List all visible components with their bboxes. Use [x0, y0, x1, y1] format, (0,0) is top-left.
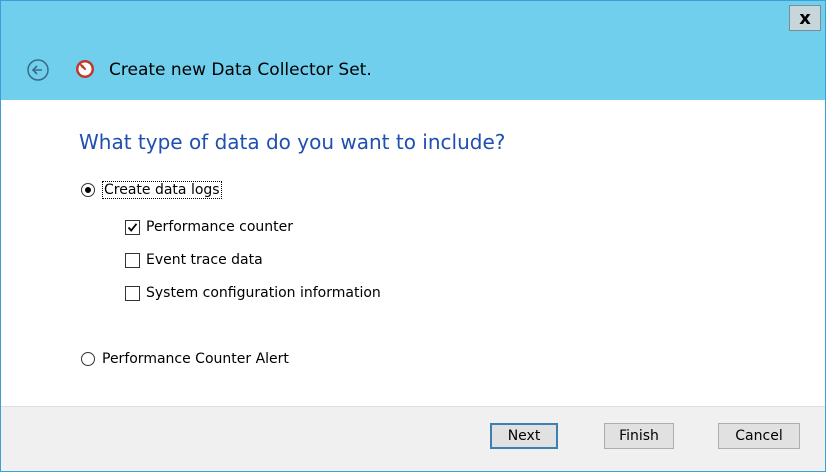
close-button[interactable]: x: [789, 5, 821, 31]
page-heading: What type of data do you want to include…: [79, 130, 506, 154]
checkbox-label: Event trace data: [146, 252, 263, 268]
checkbox-event-trace-data[interactable]: Event trace data: [125, 252, 263, 268]
back-button[interactable]: [25, 57, 51, 83]
checkbox-system-configuration[interactable]: System configuration information: [125, 285, 381, 301]
checkbox-label: Performance counter: [146, 219, 294, 235]
content-area: What type of data do you want to include…: [1, 100, 825, 406]
next-button[interactable]: Next: [490, 423, 558, 449]
checkbox-box: [125, 252, 140, 268]
title-bar: x Create new Data Collector Set.: [1, 1, 825, 100]
radio-performance-counter-alert-label: Performance Counter Alert: [102, 351, 289, 367]
close-label: x: [799, 7, 811, 29]
checkbox-label: System configuration information: [146, 285, 381, 301]
cancel-button[interactable]: Cancel: [718, 423, 800, 449]
radio-performance-counter-alert[interactable]: Performance Counter Alert: [81, 351, 289, 367]
checkbox-box: [125, 285, 140, 301]
back-arrow-icon: [27, 59, 49, 81]
finish-button[interactable]: Finish: [604, 423, 674, 449]
performance-monitor-icon: [76, 60, 94, 78]
radio-create-data-logs[interactable]: Create data logs: [81, 181, 222, 199]
radio-icon: [81, 183, 95, 197]
checkbox-performance-counter[interactable]: Performance counter: [125, 219, 293, 235]
radio-icon: [81, 352, 95, 366]
radio-selected-dot: [85, 187, 91, 193]
radio-create-data-logs-label: Create data logs: [102, 181, 222, 199]
window-title: Create new Data Collector Set.: [109, 60, 372, 80]
wizard-window: x Create new Data Collector Set. What ty…: [0, 0, 826, 472]
button-footer: Next Finish Cancel: [1, 406, 825, 471]
checkbox-box: [125, 219, 140, 235]
checkmark-icon: [127, 222, 138, 232]
